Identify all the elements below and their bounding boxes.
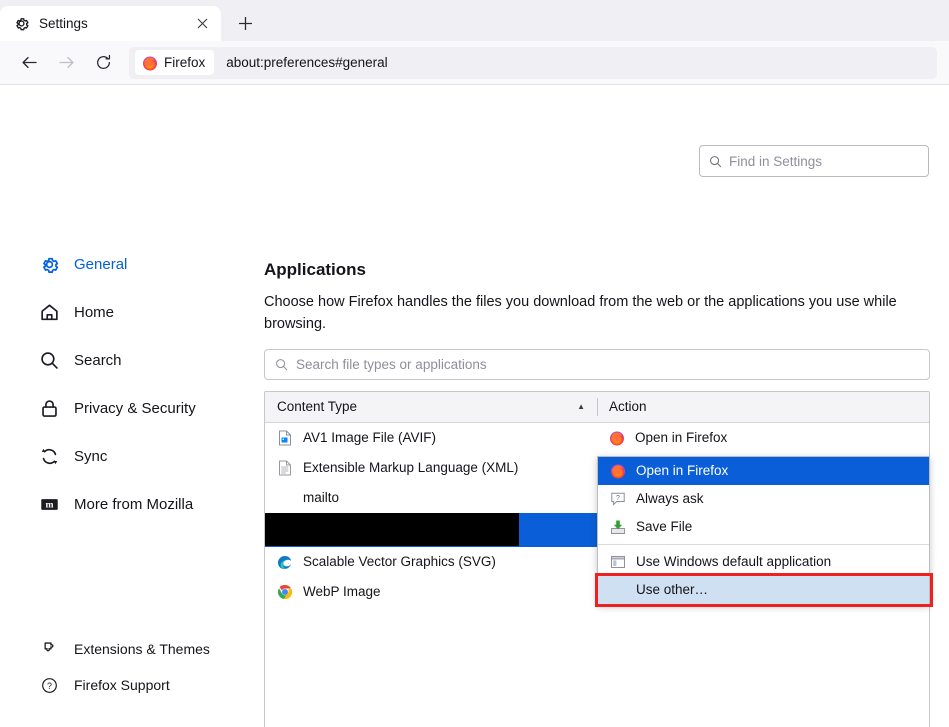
url-identity-chip[interactable]: Firefox <box>135 50 215 75</box>
sidebar-item-extensions-themes[interactable]: Extensions & Themes <box>0 631 245 667</box>
always-ask-icon: ? <box>611 492 625 506</box>
sync-icon <box>38 445 60 467</box>
firefox-logo <box>143 56 157 70</box>
dropdown-option-label: Open in Firefox <box>636 463 729 479</box>
dropdown-option-label: Save File <box>636 519 693 535</box>
dropdown-option-open-in-firefox[interactable]: Open in Firefox <box>598 456 929 485</box>
url-chip-label: Firefox <box>164 55 206 70</box>
save-file-icon <box>611 520 625 534</box>
dropdown-option-save-file[interactable]: Save File <box>598 513 929 541</box>
table-header: Content Type ▲ Action <box>265 391 929 423</box>
action-dropdown-menu: Open in Firefox ? Always ask Save File U… <box>595 455 933 607</box>
no-icon-placeholder <box>277 490 293 506</box>
forward-button[interactable] <box>49 46 83 80</box>
dropdown-option-label: Always ask <box>636 491 704 507</box>
window-app-icon <box>611 555 625 568</box>
firefox-logo <box>610 431 624 446</box>
dropdown-option-label: Use other… <box>636 582 709 598</box>
content-type-label: mailto <box>303 490 340 506</box>
url-text[interactable]: about:preferences#general <box>216 55 387 70</box>
tab-title: Settings <box>39 16 88 31</box>
svg-text:m: m <box>45 499 53 510</box>
dropdown-option-label: Use Windows default application <box>636 554 832 570</box>
dropdown-option-use-other[interactable]: Use other… <box>598 575 929 604</box>
sidebar-item-privacy-security[interactable]: Privacy & Security <box>0 384 245 432</box>
sidebar-item-search[interactable]: Search <box>0 336 245 384</box>
sidebar-item-firefox-support[interactable]: ? Firefox Support <box>0 667 245 703</box>
svg-text:?: ? <box>47 681 52 691</box>
settings-sidebar: General Home Search Privacy & Security S… <box>0 85 245 727</box>
sidebar-item-label: More from Mozilla <box>74 495 194 513</box>
home-icon <box>38 301 60 323</box>
edge-browser-icon <box>278 555 292 569</box>
arrow-left-icon <box>21 56 37 69</box>
chrome-browser-icon <box>277 584 293 600</box>
content-type-label: AV1 Image File (AVIF) <box>303 430 437 446</box>
filter-placeholder: Search file types or applications <box>296 356 487 372</box>
close-icon[interactable] <box>191 13 213 35</box>
redaction-box <box>265 512 519 546</box>
new-tab-button[interactable] <box>229 7 261 39</box>
sidebar-item-more-from-mozilla[interactable]: m More from Mozilla <box>0 480 245 528</box>
settings-page: Find in Settings General Home Search Pri… <box>0 85 949 727</box>
dropdown-option-use-windows-default[interactable]: Use Windows default application <box>598 548 929 576</box>
sidebar-item-label: Extensions & Themes <box>74 641 210 657</box>
cell-content-type: WebP Image <box>265 584 597 600</box>
sidebar-item-label: Sync <box>74 447 108 465</box>
back-button[interactable] <box>12 46 46 80</box>
sidebar-item-home[interactable]: Home <box>0 288 245 336</box>
cell-content-type-redacted <box>265 512 597 547</box>
dropdown-option-always-ask[interactable]: ? Always ask <box>598 485 929 513</box>
xml-file-icon <box>279 460 291 476</box>
navigation-toolbar: Firefox about:preferences#general <box>0 41 949 85</box>
content-type-label: Extensible Markup Language (XML) <box>303 460 519 476</box>
sidebar-item-label: Privacy & Security <box>74 399 196 417</box>
cell-content-type: mailto <box>265 490 597 506</box>
question-circle-icon: ? <box>40 676 58 694</box>
column-label: Action <box>609 399 647 415</box>
cell-content-type: Scalable Vector Graphics (SVG) <box>265 554 597 570</box>
column-header-action[interactable]: Action <box>598 399 929 414</box>
firefox-logo <box>611 464 625 479</box>
arrow-right-icon <box>58 56 74 69</box>
sidebar-item-label: Firefox Support <box>74 677 170 693</box>
table-row[interactable]: AV1 Image File (AVIF) Open in Firefox <box>265 423 929 453</box>
reload-button[interactable] <box>86 46 120 80</box>
sidebar-item-label: Home <box>74 303 115 321</box>
cell-action[interactable]: Open in Firefox <box>597 430 929 446</box>
puzzle-icon <box>40 640 58 658</box>
cell-content-type: Extensible Markup Language (XML) <box>265 460 597 476</box>
search-icon <box>276 359 288 371</box>
lock-icon <box>38 397 60 419</box>
page-title: Applications <box>264 260 367 279</box>
column-label: Content Type <box>277 399 358 415</box>
url-bar[interactable]: Firefox about:preferences#general <box>129 46 937 79</box>
sort-ascending-icon: ▲ <box>577 402 585 412</box>
filter-applications-input[interactable]: Search file types or applications <box>264 348 930 380</box>
action-label: Open in Firefox <box>635 430 728 446</box>
sidebar-item-sync[interactable]: Sync <box>0 432 245 480</box>
applications-table: Content Type ▲ Action AV1 Image File (AV… <box>264 390 933 727</box>
svg-text:?: ? <box>616 495 620 502</box>
content-type-label: WebP Image <box>303 584 381 600</box>
settings-content: Applications Choose how Firefox handles … <box>264 85 933 727</box>
sidebar-bottom-links: Extensions & Themes ? Firefox Support <box>0 631 245 703</box>
cell-content-type: AV1 Image File (AVIF) <box>265 430 597 446</box>
magnifier-icon <box>38 349 60 371</box>
gear-icon <box>38 253 60 275</box>
gear-icon <box>16 18 29 31</box>
avif-file-icon <box>279 430 291 446</box>
tab-bar: Settings <box>0 0 949 41</box>
content-type-label: Scalable Vector Graphics (SVG) <box>303 554 496 570</box>
browser-tab-settings[interactable]: Settings <box>0 6 221 41</box>
sidebar-item-label: General <box>74 255 128 273</box>
sidebar-item-label: Search <box>74 351 122 369</box>
plus-icon <box>238 16 252 30</box>
dropdown-separator <box>598 543 929 545</box>
reload-icon <box>96 54 110 69</box>
sidebar-item-general[interactable]: General <box>0 240 245 288</box>
column-header-content-type[interactable]: Content Type ▲ <box>265 399 597 414</box>
section-description: Choose how Firefox handles the files you… <box>264 294 897 333</box>
mozilla-m-icon: m <box>38 493 60 515</box>
